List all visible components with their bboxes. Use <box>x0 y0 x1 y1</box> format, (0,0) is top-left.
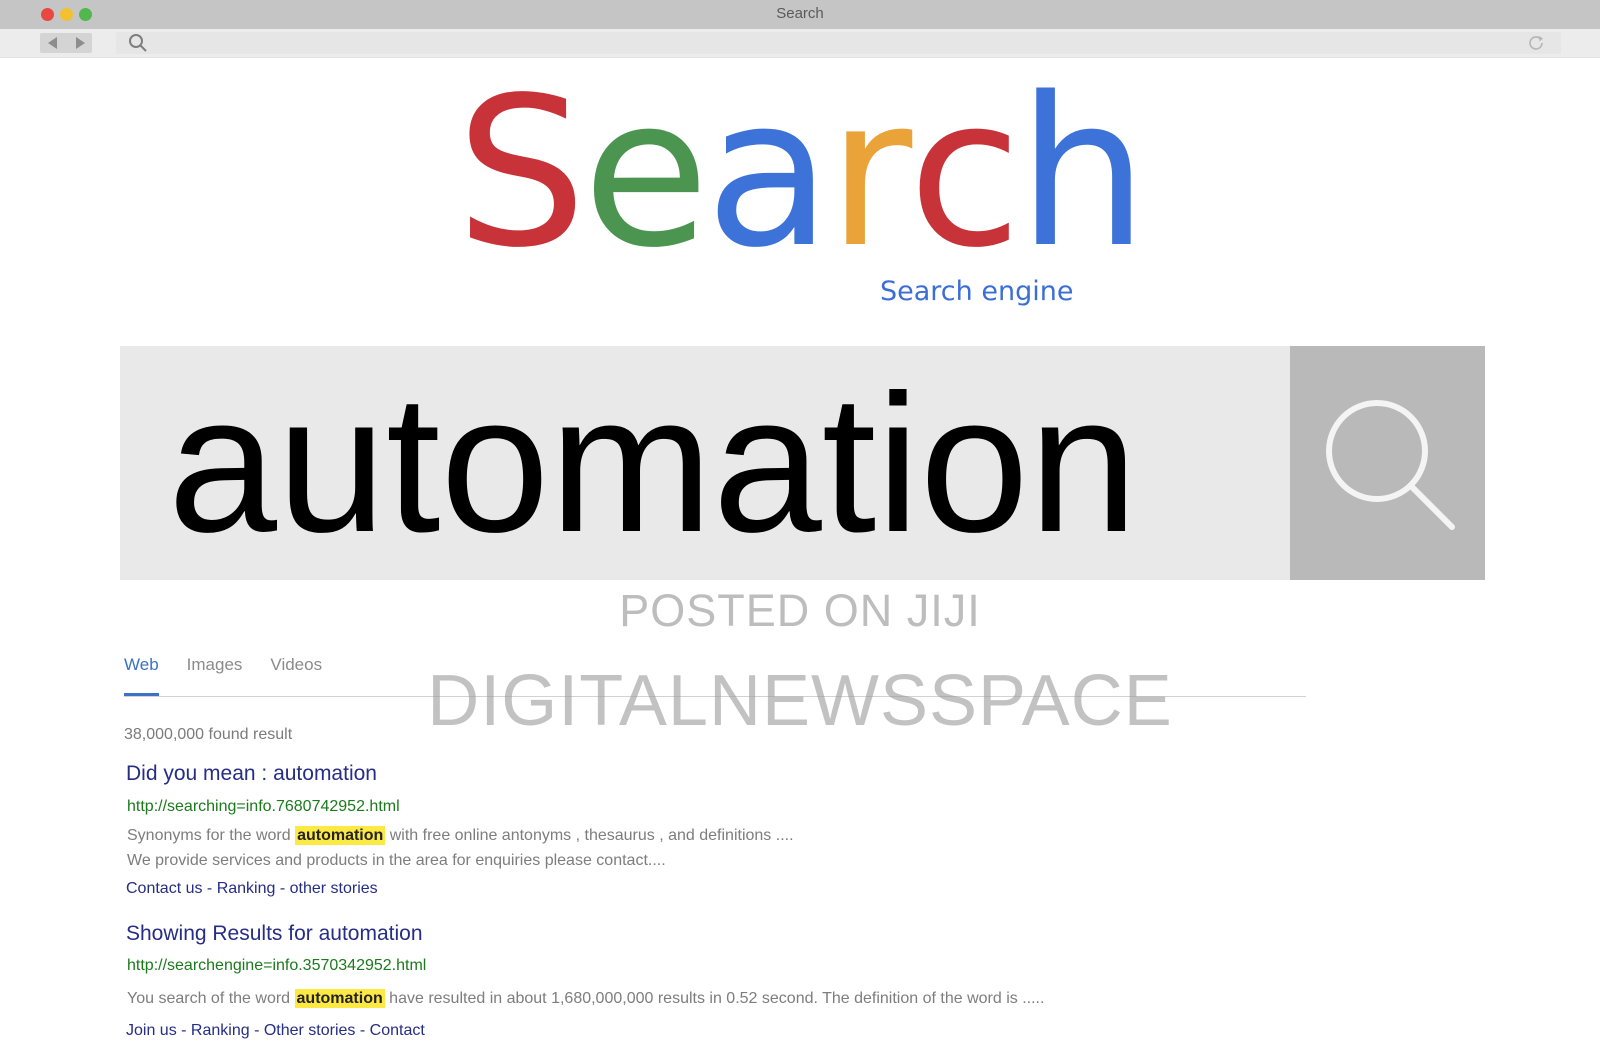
result-count: 38,000,000 found result <box>124 726 293 743</box>
result-title-link[interactable]: Did you mean : automation <box>126 762 377 786</box>
snippet-text: have resulted in about 1,680,000,000 res… <box>384 990 1045 1007</box>
snippet-text: with free online antonyms , thesaurus , … <box>385 827 794 844</box>
snippet-text: You search of the word <box>127 990 295 1007</box>
window-title: Search <box>776 5 824 22</box>
search-icon <box>129 34 147 52</box>
logo-letter: h <box>1017 53 1149 293</box>
search-logo: Search <box>0 70 1600 276</box>
result-url[interactable]: http://searching=info.7680742952.html <box>127 798 400 816</box>
forward-button[interactable] <box>66 33 92 53</box>
logo-letter: S <box>455 53 587 293</box>
reload-icon[interactable] <box>1527 34 1547 52</box>
window-titlebar: Search <box>0 0 1600 29</box>
watermark-text: POSTED ON JIJI <box>619 585 981 636</box>
result-sitelinks[interactable]: Join us - Ranking - Other stories - Cont… <box>126 1022 425 1040</box>
result-sitelinks[interactable]: Contact us - Ranking - other stories <box>126 880 378 898</box>
result-snippet: Synonyms for the word automation with fr… <box>127 826 794 845</box>
back-button[interactable] <box>40 33 66 53</box>
logo-letter: c <box>908 53 1021 293</box>
highlighted-term: automation <box>294 989 385 1008</box>
search-input[interactable]: automation <box>120 346 1290 580</box>
snippet-text: Synonyms for the word <box>127 827 296 844</box>
highlighted-term: automation <box>295 826 386 845</box>
result-url[interactable]: http://searchengine=info.3570342952.html <box>127 957 426 975</box>
search-query-text[interactable]: automation <box>168 356 1138 572</box>
search-button[interactable] <box>1290 346 1485 580</box>
navigation-buttons <box>40 33 92 53</box>
result-snippet: You search of the word automation have r… <box>127 989 1045 1008</box>
result-snippet-line2: We provide services and products in the … <box>127 852 666 869</box>
magnifier-icon <box>1326 400 1455 530</box>
logo-letter: r <box>827 53 913 293</box>
logo-letter: e <box>582 53 710 293</box>
address-bar[interactable] <box>116 32 1561 54</box>
logo-tagline: Search engine <box>880 276 1074 307</box>
logo-letter: a <box>705 53 831 293</box>
result-title-link[interactable]: Showing Results for automation <box>126 922 423 946</box>
